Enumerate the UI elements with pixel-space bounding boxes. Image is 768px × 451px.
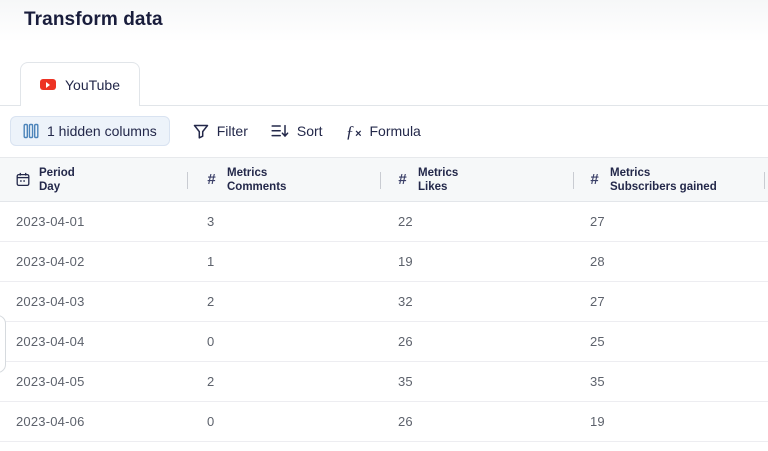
- column-header-metrics-subscribers-gained[interactable]: # Metrics Subscribers gained: [588, 158, 717, 201]
- cell-subscribers-gained: 27: [590, 214, 605, 229]
- column-separator: [764, 172, 765, 189]
- cell-comments: 0: [207, 414, 215, 429]
- column-header-metrics-comments[interactable]: # Metrics Comments: [205, 158, 286, 201]
- hidden-columns-button[interactable]: 1 hidden columns: [10, 116, 170, 146]
- cell-date: 2023-04-02: [16, 254, 85, 269]
- calendar-icon: [16, 172, 30, 187]
- sort-button[interactable]: Sort: [271, 123, 323, 139]
- cell-subscribers-gained: 19: [590, 414, 605, 429]
- table-row: 2023-04-04 0 26 25: [0, 322, 768, 362]
- cell-likes: 26: [398, 414, 413, 429]
- cell-subscribers-gained: 35: [590, 374, 605, 389]
- column-group-label: Metrics: [418, 166, 459, 179]
- table-row: 2023-04-03 2 32 27: [0, 282, 768, 322]
- column-name-label: Day: [39, 180, 61, 193]
- column-header-period-day[interactable]: Period Day: [16, 158, 75, 201]
- hash-icon: #: [590, 171, 599, 188]
- formula-label: Formula: [369, 123, 421, 139]
- formula-fx-icon: ƒ ×: [345, 121, 362, 141]
- table-row: 2023-04-02 1 19 28: [0, 242, 768, 282]
- table-row: 2023-04-05 2 35 35: [0, 362, 768, 402]
- youtube-play-glyph: [45, 81, 50, 88]
- tab-youtube-label: YouTube: [64, 76, 120, 93]
- cell-comments: 0: [207, 334, 215, 349]
- cell-comments: 2: [207, 294, 215, 309]
- tab-youtube[interactable]: YouTube: [20, 62, 140, 106]
- table-header: Period Day # Metrics Comments # Metrics …: [0, 157, 768, 202]
- sort-icon: [271, 124, 289, 138]
- cell-subscribers-gained: 27: [590, 294, 605, 309]
- cell-comments: 2: [207, 374, 215, 389]
- cell-likes: 26: [398, 334, 413, 349]
- cell-date: 2023-04-06: [16, 414, 85, 429]
- table-body: 2023-04-01 3 22 27 2023-04-02 1 19 28 20…: [0, 202, 768, 442]
- cell-likes: 32: [398, 294, 413, 309]
- column-group-label: Period: [39, 166, 75, 179]
- column-separator: [380, 172, 381, 189]
- column-separator: [573, 172, 574, 189]
- column-group-label: Metrics: [227, 166, 268, 179]
- cell-likes: 22: [398, 214, 413, 229]
- sort-label: Sort: [296, 123, 323, 139]
- left-edge-handle[interactable]: [0, 315, 6, 373]
- column-group-label: Metrics: [610, 166, 651, 179]
- formula-button[interactable]: ƒ × Formula: [346, 123, 421, 140]
- cell-likes: 19: [398, 254, 413, 269]
- cell-comments: 1: [207, 254, 215, 269]
- cell-date: 2023-04-05: [16, 374, 85, 389]
- page-title: Transform data: [24, 9, 163, 30]
- hidden-columns-label: 1 hidden columns: [47, 123, 157, 139]
- hash-icon: #: [398, 171, 407, 188]
- cell-date: 2023-04-03: [16, 294, 85, 309]
- cell-comments: 3: [207, 214, 215, 229]
- youtube-icon: [39, 79, 56, 90]
- cell-likes: 35: [398, 374, 413, 389]
- column-name-label: Comments: [227, 180, 287, 193]
- table-row: 2023-04-01 3 22 27: [0, 202, 768, 242]
- column-separator: [187, 172, 188, 189]
- cell-date: 2023-04-01: [16, 214, 85, 229]
- cell-date: 2023-04-04: [16, 334, 85, 349]
- transform-data-screen: Transform data YouTube 1 hidden columns: [0, 0, 768, 451]
- cell-subscribers-gained: 25: [590, 334, 605, 349]
- column-name-label: Subscribers gained: [610, 180, 717, 193]
- filter-icon: [193, 124, 209, 139]
- cell-subscribers-gained: 28: [590, 254, 605, 269]
- column-header-metrics-likes[interactable]: # Metrics Likes: [396, 158, 458, 201]
- columns-icon: [23, 123, 39, 139]
- toolbar: 1 hidden columns Filter Sort ƒ × Formula: [10, 112, 421, 150]
- column-name-label: Likes: [418, 180, 448, 193]
- filter-button[interactable]: Filter: [193, 123, 248, 139]
- hash-icon: #: [207, 171, 216, 188]
- table-row: 2023-04-06 0 26 19: [0, 402, 768, 442]
- filter-label: Filter: [216, 123, 248, 139]
